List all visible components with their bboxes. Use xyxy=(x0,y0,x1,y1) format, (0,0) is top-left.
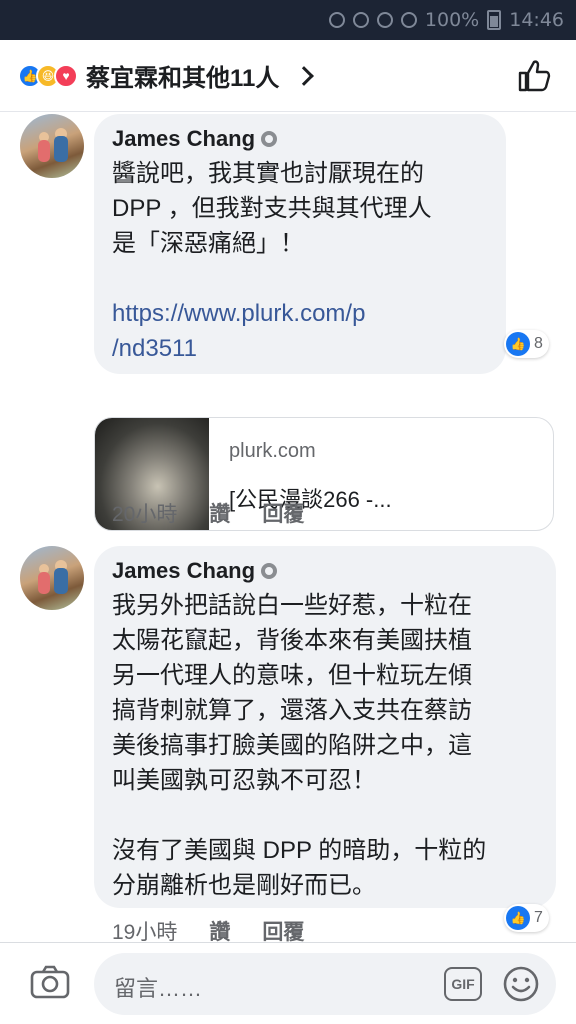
comment-bubble[interactable]: James Chang 我另外把話說白一些好惹，十粒在 太陽花竄起，背後本來有美國… xyxy=(94,546,556,908)
comment-input-placeholder: 留言…… xyxy=(114,976,203,1001)
reaction-icons: 👍 😆 ♥ xyxy=(18,63,78,88)
camera-icon[interactable] xyxy=(30,965,70,999)
link-preview-domain: plurk.com xyxy=(229,440,316,462)
comment-actions: 20小時 讚 回覆 xyxy=(112,498,304,528)
comment-author[interactable]: James Chang xyxy=(112,556,538,586)
comment-like-count[interactable]: 👍 8 xyxy=(504,330,549,358)
comment-composer: 留言…… GIF xyxy=(0,942,576,1024)
emoji-icon[interactable] xyxy=(502,965,540,1003)
chevron-right-icon[interactable] xyxy=(294,65,315,86)
like-post-icon[interactable] xyxy=(516,58,552,94)
top-fan-badge-icon xyxy=(261,563,278,579)
reply-button[interactable]: 回覆 xyxy=(262,498,304,528)
comment-input[interactable]: 留言…… GIF xyxy=(94,953,556,1015)
like-comment-button[interactable]: 讚 xyxy=(209,498,230,528)
comment-text: 醬說吧，我其實也討厭現在的 DPP ，但我對支共與其代理人 是「深惡痛絕」！ htt… xyxy=(112,156,488,366)
gif-button[interactable]: GIF xyxy=(444,967,482,1001)
love-reaction-icon: ♥ xyxy=(54,63,78,88)
location-icon xyxy=(328,12,345,28)
battery-percent: 100% xyxy=(424,9,480,31)
comment-text: 我另外把話說白一些好惹，十粒在 太陽花竄起，背後本來有美國扶植 另一代理人的意味，但… xyxy=(112,592,487,899)
comment-time: 20小時 xyxy=(112,503,178,526)
mute-icon xyxy=(376,12,393,28)
like-reaction-icon: 👍 xyxy=(506,332,530,356)
comment-author[interactable]: James Chang xyxy=(112,124,488,154)
reactors-summary[interactable]: 蔡宜霖和其他11人 xyxy=(86,58,279,93)
avatar[interactable] xyxy=(20,114,84,178)
signal-icon xyxy=(400,12,417,28)
reactions-header[interactable]: 👍 😆 ♥ 蔡宜霖和其他11人 xyxy=(0,40,576,112)
comments-sheet: 👍 😆 ♥ 蔡宜霖和其他11人 James Chang 醬說吧，我其實也討厭現在… xyxy=(0,40,576,1024)
avatar[interactable] xyxy=(20,546,84,610)
status-bar: 100% 14:46 xyxy=(0,0,576,40)
like-reaction-icon: 👍 xyxy=(506,906,530,930)
clock: 14:46 xyxy=(509,9,564,31)
battery-icon xyxy=(487,10,502,30)
comment-link[interactable]: https://www.plurk.com/p/nd3511 xyxy=(112,296,488,366)
comment-bubble[interactable]: James Chang 醬說吧，我其實也討厭現在的 DPP ，但我對支共與其代理人… xyxy=(94,114,506,374)
bluetooth-icon xyxy=(352,12,369,28)
comment-like-count[interactable]: 👍 7 xyxy=(504,904,549,932)
top-fan-badge-icon xyxy=(261,131,278,147)
